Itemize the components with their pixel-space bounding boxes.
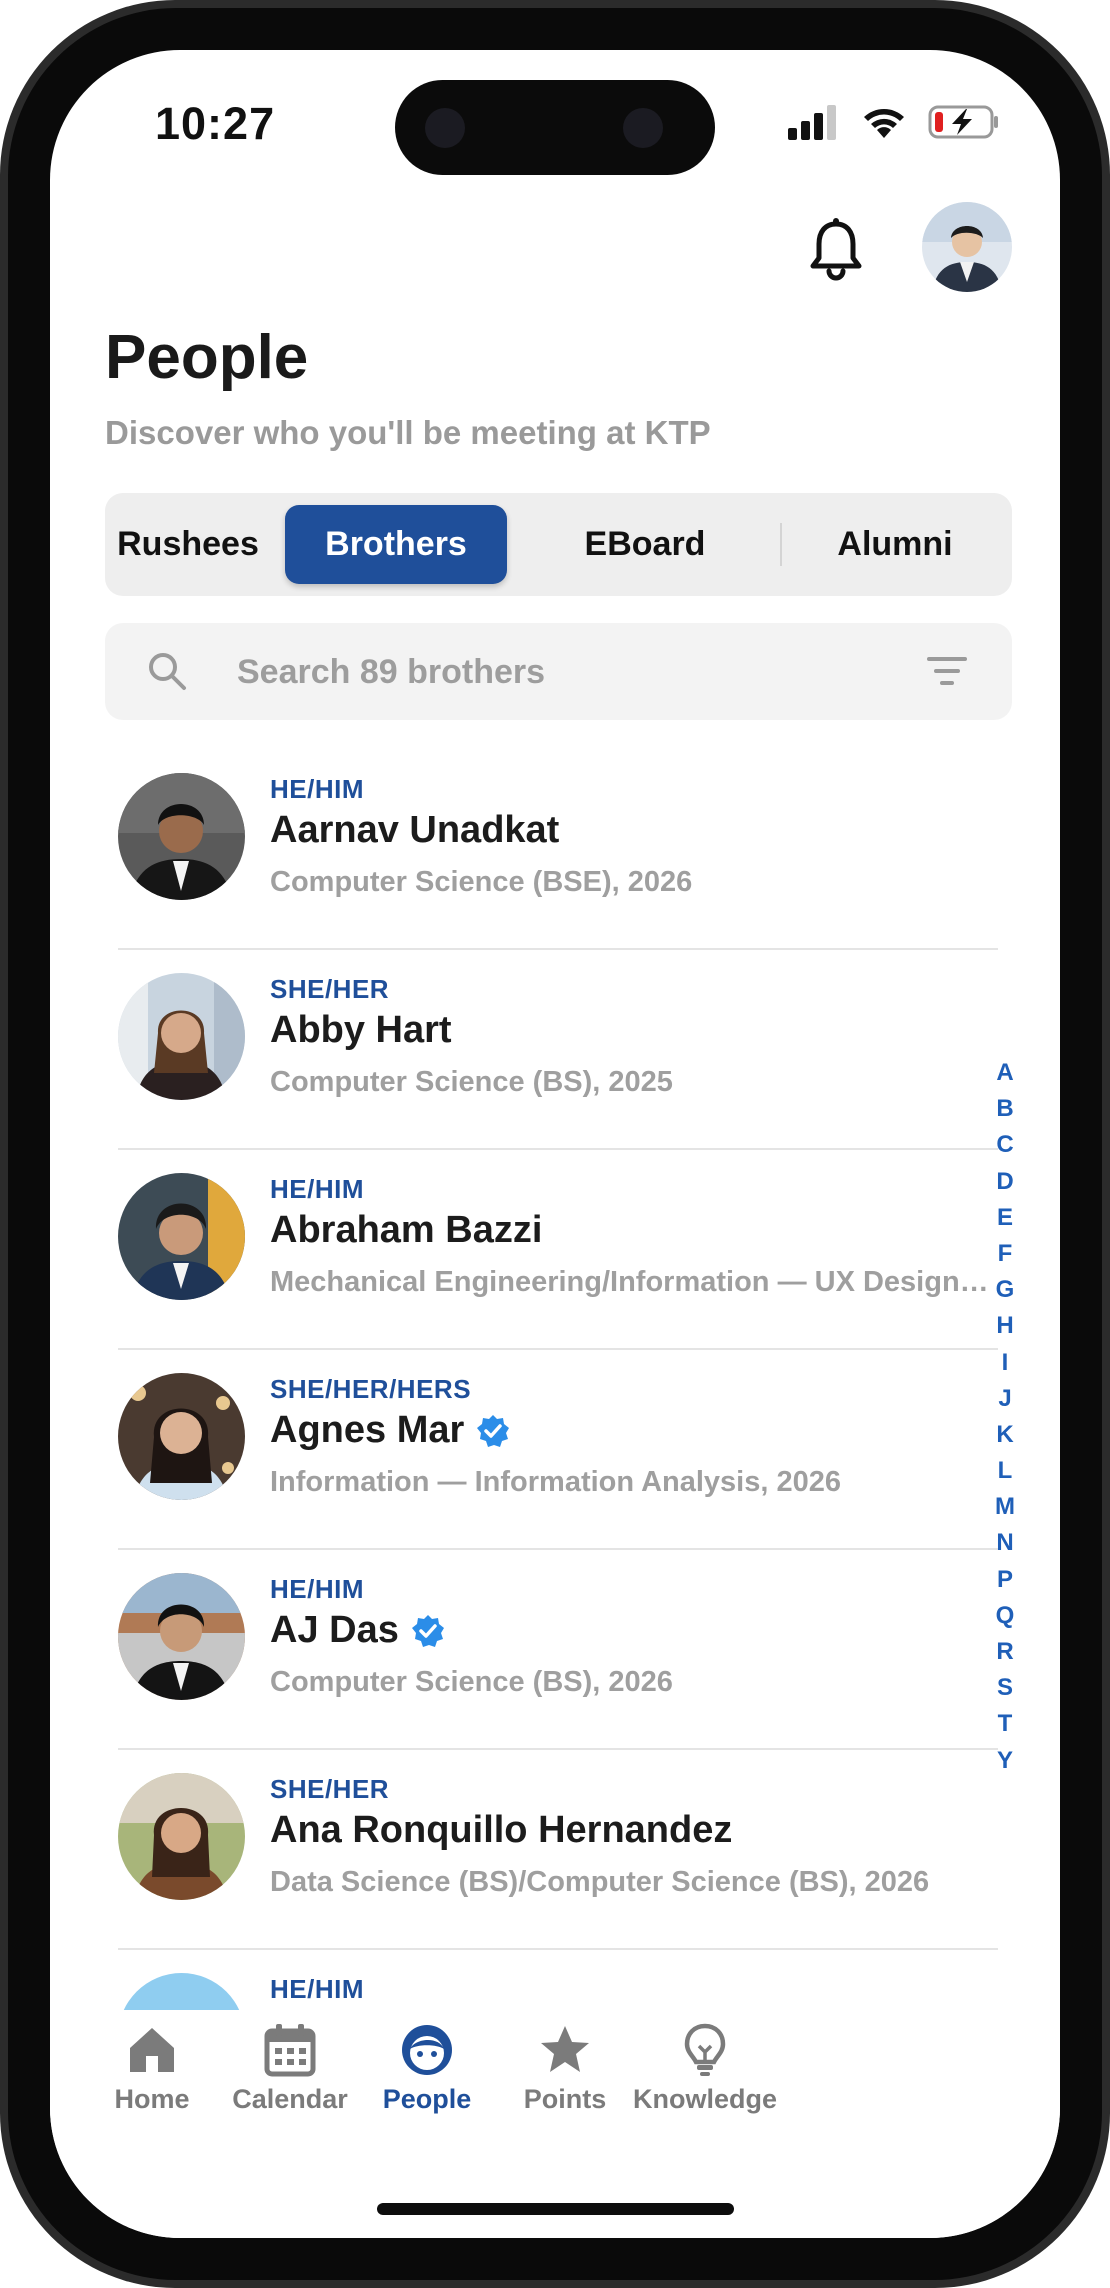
- index-letter[interactable]: L: [990, 1453, 1020, 1489]
- sensor-icon: [623, 108, 663, 148]
- segment-divider: [780, 523, 782, 566]
- index-letter[interactable]: H: [990, 1308, 1020, 1344]
- wifi-icon: [864, 109, 904, 138]
- index-letter[interactable]: E: [990, 1200, 1020, 1236]
- battery-icon: [928, 105, 998, 139]
- person-major: Computer Science (BS), 2025: [270, 1066, 673, 1098]
- profile-avatar[interactable]: [922, 202, 1012, 292]
- person-major: Computer Science (BS), 2026: [270, 1666, 673, 1698]
- pronouns: HE/HIM: [270, 1974, 364, 2004]
- search-icon: [149, 653, 186, 690]
- index-letter[interactable]: T: [990, 1706, 1020, 1742]
- tab-label: People: [382, 2084, 472, 2114]
- index-letter[interactable]: F: [990, 1236, 1020, 1272]
- person-name-text: Abby Hart: [270, 1009, 452, 1051]
- index-letter[interactable]: Q: [990, 1598, 1020, 1634]
- avatar: [118, 1373, 245, 1500]
- person-name-text: AJ Das: [270, 1609, 399, 1651]
- filter-icon[interactable]: [925, 653, 969, 689]
- person-name-text: Ana Ronquillo Hernandez: [270, 1809, 733, 1851]
- tab-rushees[interactable]: Rushees: [117, 505, 259, 584]
- pronouns: SHE/HER/HERS: [270, 1374, 472, 1404]
- search-bar: [105, 623, 1012, 720]
- index-letter[interactable]: J: [990, 1381, 1020, 1417]
- index-letter[interactable]: G: [990, 1272, 1020, 1308]
- tab-knowledge[interactable]: Knowledge: [620, 2022, 790, 2132]
- index-letter[interactable]: S: [990, 1670, 1020, 1706]
- avatar: [118, 1773, 245, 1900]
- avatar: [118, 1573, 245, 1700]
- person-name-text: Aarnav Unadkat: [270, 809, 560, 851]
- person-name: Abraham Bazzi: [270, 1209, 542, 1252]
- index-letter[interactable]: K: [990, 1417, 1020, 1453]
- status-icons: [788, 102, 1000, 142]
- person-major: Mechanical Engineering/Information — UX …: [270, 1266, 995, 1298]
- pronouns: HE/HIM: [270, 774, 364, 804]
- calendar-icon: [264, 2024, 316, 2077]
- person-name: AJ Das: [270, 1609, 445, 1652]
- alphabet-index[interactable]: ABCDEFGHIJKLMNPQRSTY: [990, 1055, 1020, 1779]
- pronouns: SHE/HER: [270, 974, 390, 1004]
- tab-label: Home: [114, 2084, 190, 2114]
- search-input[interactable]: [235, 645, 859, 699]
- list-item[interactable]: HE/HIM Abraham Bazzi Mechanical Engineer…: [50, 1150, 1060, 1350]
- list-item[interactable]: SHE/HER Abby Hart Computer Science (BS),…: [50, 950, 1060, 1150]
- list-item[interactable]: HE/HIM AJ Das Computer Science (BS), 202…: [50, 1550, 1060, 1750]
- tab-eboard[interactable]: EBoard: [525, 505, 765, 584]
- index-letter[interactable]: A: [990, 1055, 1020, 1091]
- segment-control: Rushees Brothers EBoard Alumni: [105, 493, 1012, 596]
- index-letter[interactable]: B: [990, 1091, 1020, 1127]
- phone-screen: 10:27 People Discover who you'll be meet…: [50, 50, 1060, 2238]
- person-major: Computer Science (BSE), 2026: [270, 866, 693, 898]
- page-title: People: [105, 323, 309, 392]
- person-major: Data Science (BS)/Computer Science (BS),…: [270, 1866, 930, 1898]
- index-letter[interactable]: Y: [990, 1743, 1020, 1779]
- page-subtitle: Discover who you'll be meeting at KTP: [105, 414, 711, 451]
- avatar: [118, 973, 245, 1100]
- dynamic-island: [395, 80, 715, 175]
- tab-brothers[interactable]: Brothers: [285, 505, 507, 584]
- list-item[interactable]: SHE/HER Ana Ronquillo Hernandez Data Sci…: [50, 1750, 1060, 1950]
- person-name: Aarnav Unadkat: [270, 809, 559, 852]
- lightbulb-icon: [684, 2023, 726, 2076]
- pronouns: SHE/HER: [270, 1774, 390, 1804]
- camera-icon: [425, 108, 465, 148]
- index-letter[interactable]: P: [990, 1562, 1020, 1598]
- pronouns: HE/HIM: [270, 1174, 364, 1204]
- home-icon: [130, 2028, 174, 2072]
- person-name-text: Agnes Mar: [270, 1409, 465, 1451]
- tab-label: Points: [523, 2084, 607, 2114]
- index-letter[interactable]: R: [990, 1634, 1020, 1670]
- person-name: Abby Hart: [270, 1009, 452, 1052]
- home-indicator[interactable]: [377, 2203, 734, 2215]
- signal-icon: [788, 105, 836, 140]
- avatar: [118, 1973, 245, 2010]
- people-face-icon: [402, 2025, 452, 2075]
- person-name: Agnes Mar: [270, 1409, 510, 1452]
- person-name-text: Abraham Bazzi: [270, 1209, 543, 1251]
- verified-badge-icon: [477, 1414, 510, 1447]
- index-letter[interactable]: I: [990, 1345, 1020, 1381]
- list-item[interactable]: HE/HIM: [50, 1950, 1060, 2010]
- avatar: [118, 773, 245, 900]
- people-list: HE/HIM Aarnav Unadkat Computer Science (…: [50, 750, 1060, 2010]
- avatar: [118, 1173, 245, 1300]
- index-letter[interactable]: D: [990, 1164, 1020, 1200]
- list-item[interactable]: SHE/HER/HERS Agnes Mar Information — Inf…: [50, 1350, 1060, 1550]
- list-item[interactable]: HE/HIM Aarnav Unadkat Computer Science (…: [50, 750, 1060, 950]
- bell-icon[interactable]: [808, 218, 864, 284]
- index-letter[interactable]: N: [990, 1525, 1020, 1561]
- tab-label: Knowledge: [632, 2084, 777, 2114]
- status-time: 10:27: [155, 98, 276, 149]
- pronouns: HE/HIM: [270, 1574, 364, 1604]
- person-name: Ana Ronquillo Hernandez: [270, 1809, 732, 1852]
- index-letter[interactable]: M: [990, 1489, 1020, 1525]
- index-letter[interactable]: C: [990, 1127, 1020, 1163]
- tab-label: Calendar: [232, 2084, 348, 2114]
- star-icon: [541, 2026, 589, 2072]
- verified-badge-icon: [411, 1614, 444, 1647]
- tab-alumni[interactable]: Alumni: [795, 505, 995, 584]
- person-major: Information — Information Analysis, 2026: [270, 1466, 841, 1498]
